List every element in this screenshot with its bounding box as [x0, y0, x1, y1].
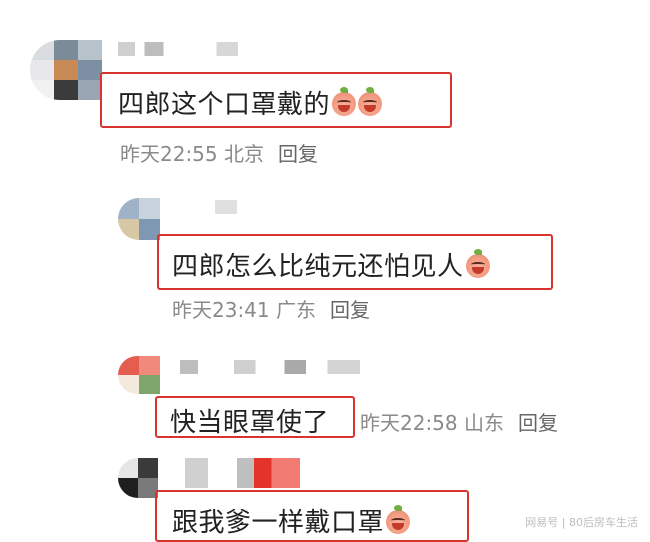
- avatar[interactable]: [118, 198, 160, 240]
- watermark: 网易号 | 80后房车生活: [525, 516, 638, 529]
- cry-emoji: [386, 504, 411, 534]
- avatar[interactable]: [118, 458, 158, 498]
- laugh-cry-emoji: [465, 248, 490, 278]
- comment-meta: 昨天22:55 北京 回复: [120, 138, 318, 167]
- comment-text: 四郎怎么比纯元还怕见人: [172, 246, 490, 283]
- avatar[interactable]: [30, 40, 102, 100]
- timestamp-location: 昨天22:55 北京: [120, 142, 264, 166]
- comment-text: 跟我爹一样戴口罩: [172, 502, 411, 539]
- username-blurred[interactable]: [215, 200, 237, 214]
- username-blurred[interactable]: [118, 42, 238, 56]
- comment-text: 四郎这个口罩戴的: [118, 84, 383, 121]
- grin-emoji: [332, 86, 357, 116]
- comment-meta: 昨天22:58 山东 回复: [360, 407, 558, 436]
- username-blurred[interactable]: [185, 458, 300, 488]
- reply-button[interactable]: 回复: [330, 298, 370, 322]
- timestamp-location: 昨天22:58 山东: [360, 411, 504, 435]
- grin-emoji: [358, 86, 383, 116]
- comment-text: 快当眼罩使了: [170, 408, 330, 438]
- avatar[interactable]: [118, 356, 160, 394]
- reply-button[interactable]: 回复: [278, 142, 318, 166]
- reply-button[interactable]: 回复: [518, 411, 558, 435]
- comment-meta: 昨天23:41 广东 回复: [172, 294, 370, 323]
- username-blurred[interactable]: [180, 360, 360, 374]
- timestamp-location: 昨天23:41 广东: [172, 298, 316, 322]
